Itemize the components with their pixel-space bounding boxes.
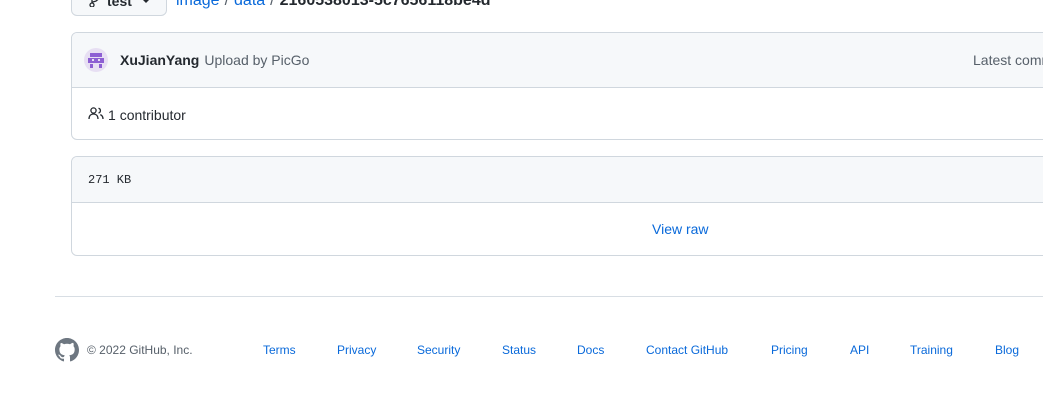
footer-link-training[interactable]: Training	[910, 343, 953, 357]
contributors-row[interactable]: 1 contributor	[72, 88, 1043, 139]
footer: © 2022 GitHub, Inc. Terms Privacy Securi…	[55, 338, 1043, 362]
contributors-count: 1	[108, 106, 116, 123]
contributors-label: contributor	[119, 106, 186, 123]
file-info-header: 271 KB	[72, 157, 1043, 203]
footer-link-api[interactable]: API	[850, 343, 869, 357]
branch-select-button[interactable]: test	[71, 0, 167, 16]
breadcrumb-dir-link[interactable]: data	[234, 0, 265, 9]
footer-link-security[interactable]: Security	[417, 343, 460, 357]
people-icon	[88, 106, 108, 123]
github-logo-icon[interactable]	[55, 338, 79, 365]
commit-author-link[interactable]: XuJianYang	[120, 52, 199, 68]
latest-commit-box: XuJianYang Upload by PicGo Latest comm 1…	[71, 32, 1043, 140]
footer-link-status[interactable]: Status	[502, 343, 536, 357]
chevron-down-icon	[141, 0, 150, 3]
breadcrumb-file-name: 2160538013-5c7656118be4d	[279, 0, 491, 9]
file-size: 271 KB	[88, 172, 132, 187]
footer-link-docs[interactable]: Docs	[577, 343, 604, 357]
footer-link-terms[interactable]: Terms	[263, 343, 296, 357]
view-raw-link[interactable]: View raw	[652, 221, 709, 237]
latest-commit-label[interactable]: Latest comm	[973, 52, 1043, 68]
footer-link-privacy[interactable]: Privacy	[337, 343, 376, 357]
footer-link-pricing[interactable]: Pricing	[771, 343, 808, 357]
git-branch-icon	[89, 0, 99, 10]
footer-divider	[55, 296, 1043, 297]
footer-copyright: © 2022 GitHub, Inc.	[87, 343, 193, 357]
file-content: View raw	[72, 203, 1043, 255]
footer-link-blog[interactable]: Blog	[995, 343, 1019, 357]
avatar[interactable]	[84, 48, 108, 72]
file-viewer: 271 KB View raw	[71, 156, 1043, 256]
footer-link-contact[interactable]: Contact GitHub	[646, 343, 728, 357]
commit-header: XuJianYang Upload by PicGo Latest comm	[72, 33, 1043, 88]
breadcrumb-separator: /	[224, 0, 230, 9]
breadcrumb-repo-link[interactable]: image	[176, 0, 220, 9]
branch-label: test	[107, 0, 132, 9]
breadcrumb: image / data / 2160538013-5c7656118be4d	[176, 0, 490, 10]
commit-message[interactable]: Upload by PicGo	[204, 52, 309, 68]
breadcrumb-separator: /	[270, 0, 275, 9]
